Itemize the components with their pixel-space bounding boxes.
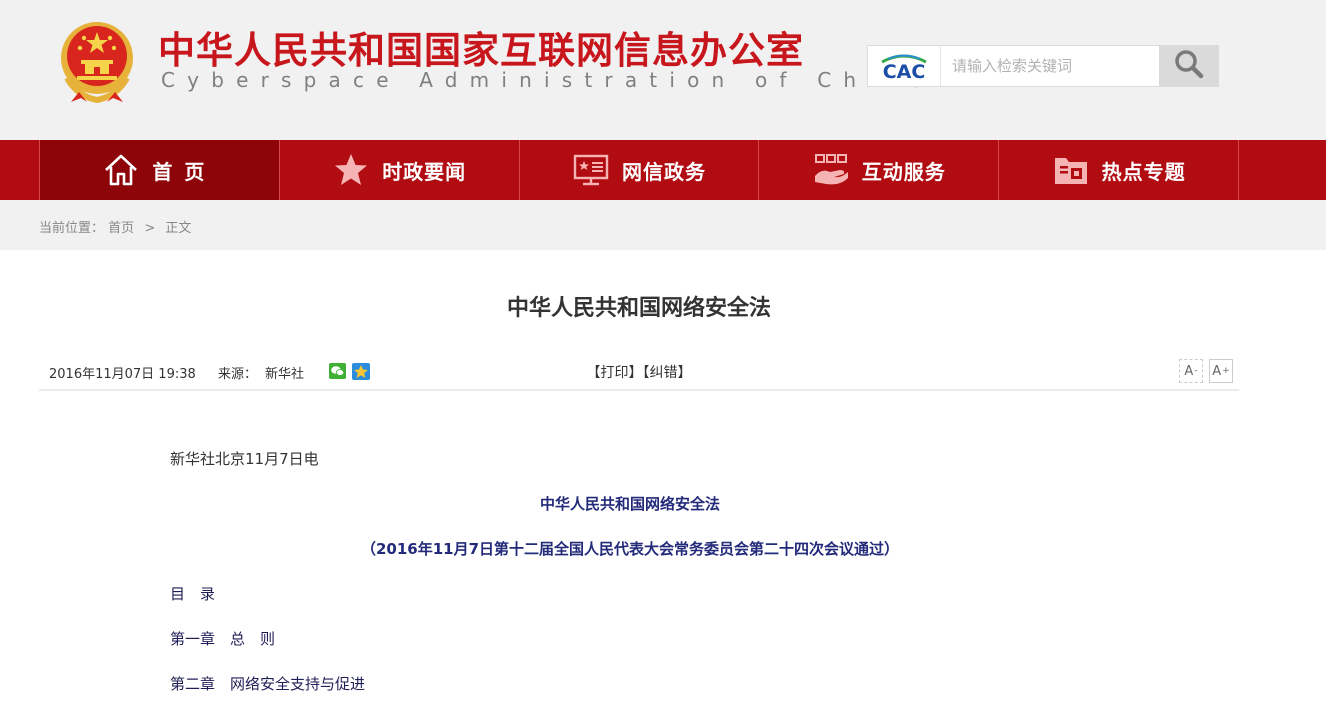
nav-item-affairs[interactable]: 网信政务 xyxy=(520,140,760,200)
font-small-label: A xyxy=(1184,363,1194,379)
font-large-label: A xyxy=(1212,363,1222,379)
nav-item-label: 热点专题 xyxy=(1101,159,1186,184)
site-subtitle: Cyberspace Administration of China xyxy=(161,68,936,92)
article-tools: 【打印】【纠错】 xyxy=(39,362,1239,382)
monitor-icon xyxy=(572,152,610,188)
font-decrease-button[interactable]: A- xyxy=(1179,359,1203,383)
print-link[interactable]: 【打印】 xyxy=(587,365,643,381)
nav-item-topics[interactable]: 热点专题 xyxy=(999,140,1239,200)
hand-grid-icon xyxy=(812,152,850,188)
search-button[interactable] xyxy=(1159,46,1219,86)
article-body: 新华社北京11月7日电 中华人民共和国网络安全法 （2016年11月7日第十二届… xyxy=(170,448,1090,718)
article-paragraph: 新华社北京11月7日电 xyxy=(170,450,319,468)
breadcrumb-separator: > xyxy=(144,221,156,236)
article-paragraph: 第一章 总 则 xyxy=(170,630,276,648)
article-title: 中华人民共和国网络安全法 xyxy=(506,296,771,321)
breadcrumb-bar: 当前位置： 首页 > 正文 xyxy=(0,200,1326,250)
home-icon xyxy=(102,152,140,188)
search-icon xyxy=(1174,49,1204,83)
search-input[interactable] xyxy=(942,46,1159,86)
main-nav: 首页 时政要闻 网信政务 互动服务 热点专题 xyxy=(0,140,1326,200)
nav-item-label: 互动服务 xyxy=(861,159,946,184)
nav-item-interact[interactable]: 互动服务 xyxy=(759,140,1000,200)
article-paragraph: 目 录 xyxy=(170,585,216,603)
folder-icon xyxy=(1052,152,1090,188)
breadcrumb: 当前位置： 首页 > 正文 xyxy=(39,217,191,236)
search-box: CAC xyxy=(867,45,1219,87)
correct-link[interactable]: 【纠错】 xyxy=(643,365,692,381)
nav-item-label: 时政要闻 xyxy=(382,159,467,184)
article-paragraph: （2016年11月7日第十二届全国人民代表大会常务委员会第二十四次会议通过） xyxy=(360,540,900,558)
breadcrumb-prefix: 当前位置： xyxy=(39,221,105,236)
nav-item-label: 首页 xyxy=(152,159,217,184)
article-paragraph: 第二章 网络安全支持与促进 xyxy=(170,675,366,693)
breadcrumb-current: 正文 xyxy=(165,221,192,236)
star-icon xyxy=(332,152,370,188)
article-paragraph: 中华人民共和国网络安全法 xyxy=(539,495,720,513)
breadcrumb-home-link[interactable]: 首页 xyxy=(108,221,134,236)
national-emblem-icon[interactable] xyxy=(57,18,139,104)
nav-item-label: 网信政务 xyxy=(621,159,706,184)
font-increase-button[interactable]: A + xyxy=(1209,359,1233,383)
site-title: 中华人民共和国国家互联网信息办公室 xyxy=(158,29,804,72)
article-meta: 2016年11月07日 19:38 来源： 新华社 【打印】【纠错】 A- A + xyxy=(39,357,1239,391)
nav-item-news[interactable]: 时政要闻 xyxy=(280,140,520,200)
site-header: 中华人民共和国国家互联网信息办公室 Cyberspace Administrat… xyxy=(0,0,1326,140)
cac-logo: CAC xyxy=(868,46,941,86)
nav-item-home[interactable]: 首页 xyxy=(40,140,280,200)
cac-logo-text: CAC xyxy=(883,61,926,83)
